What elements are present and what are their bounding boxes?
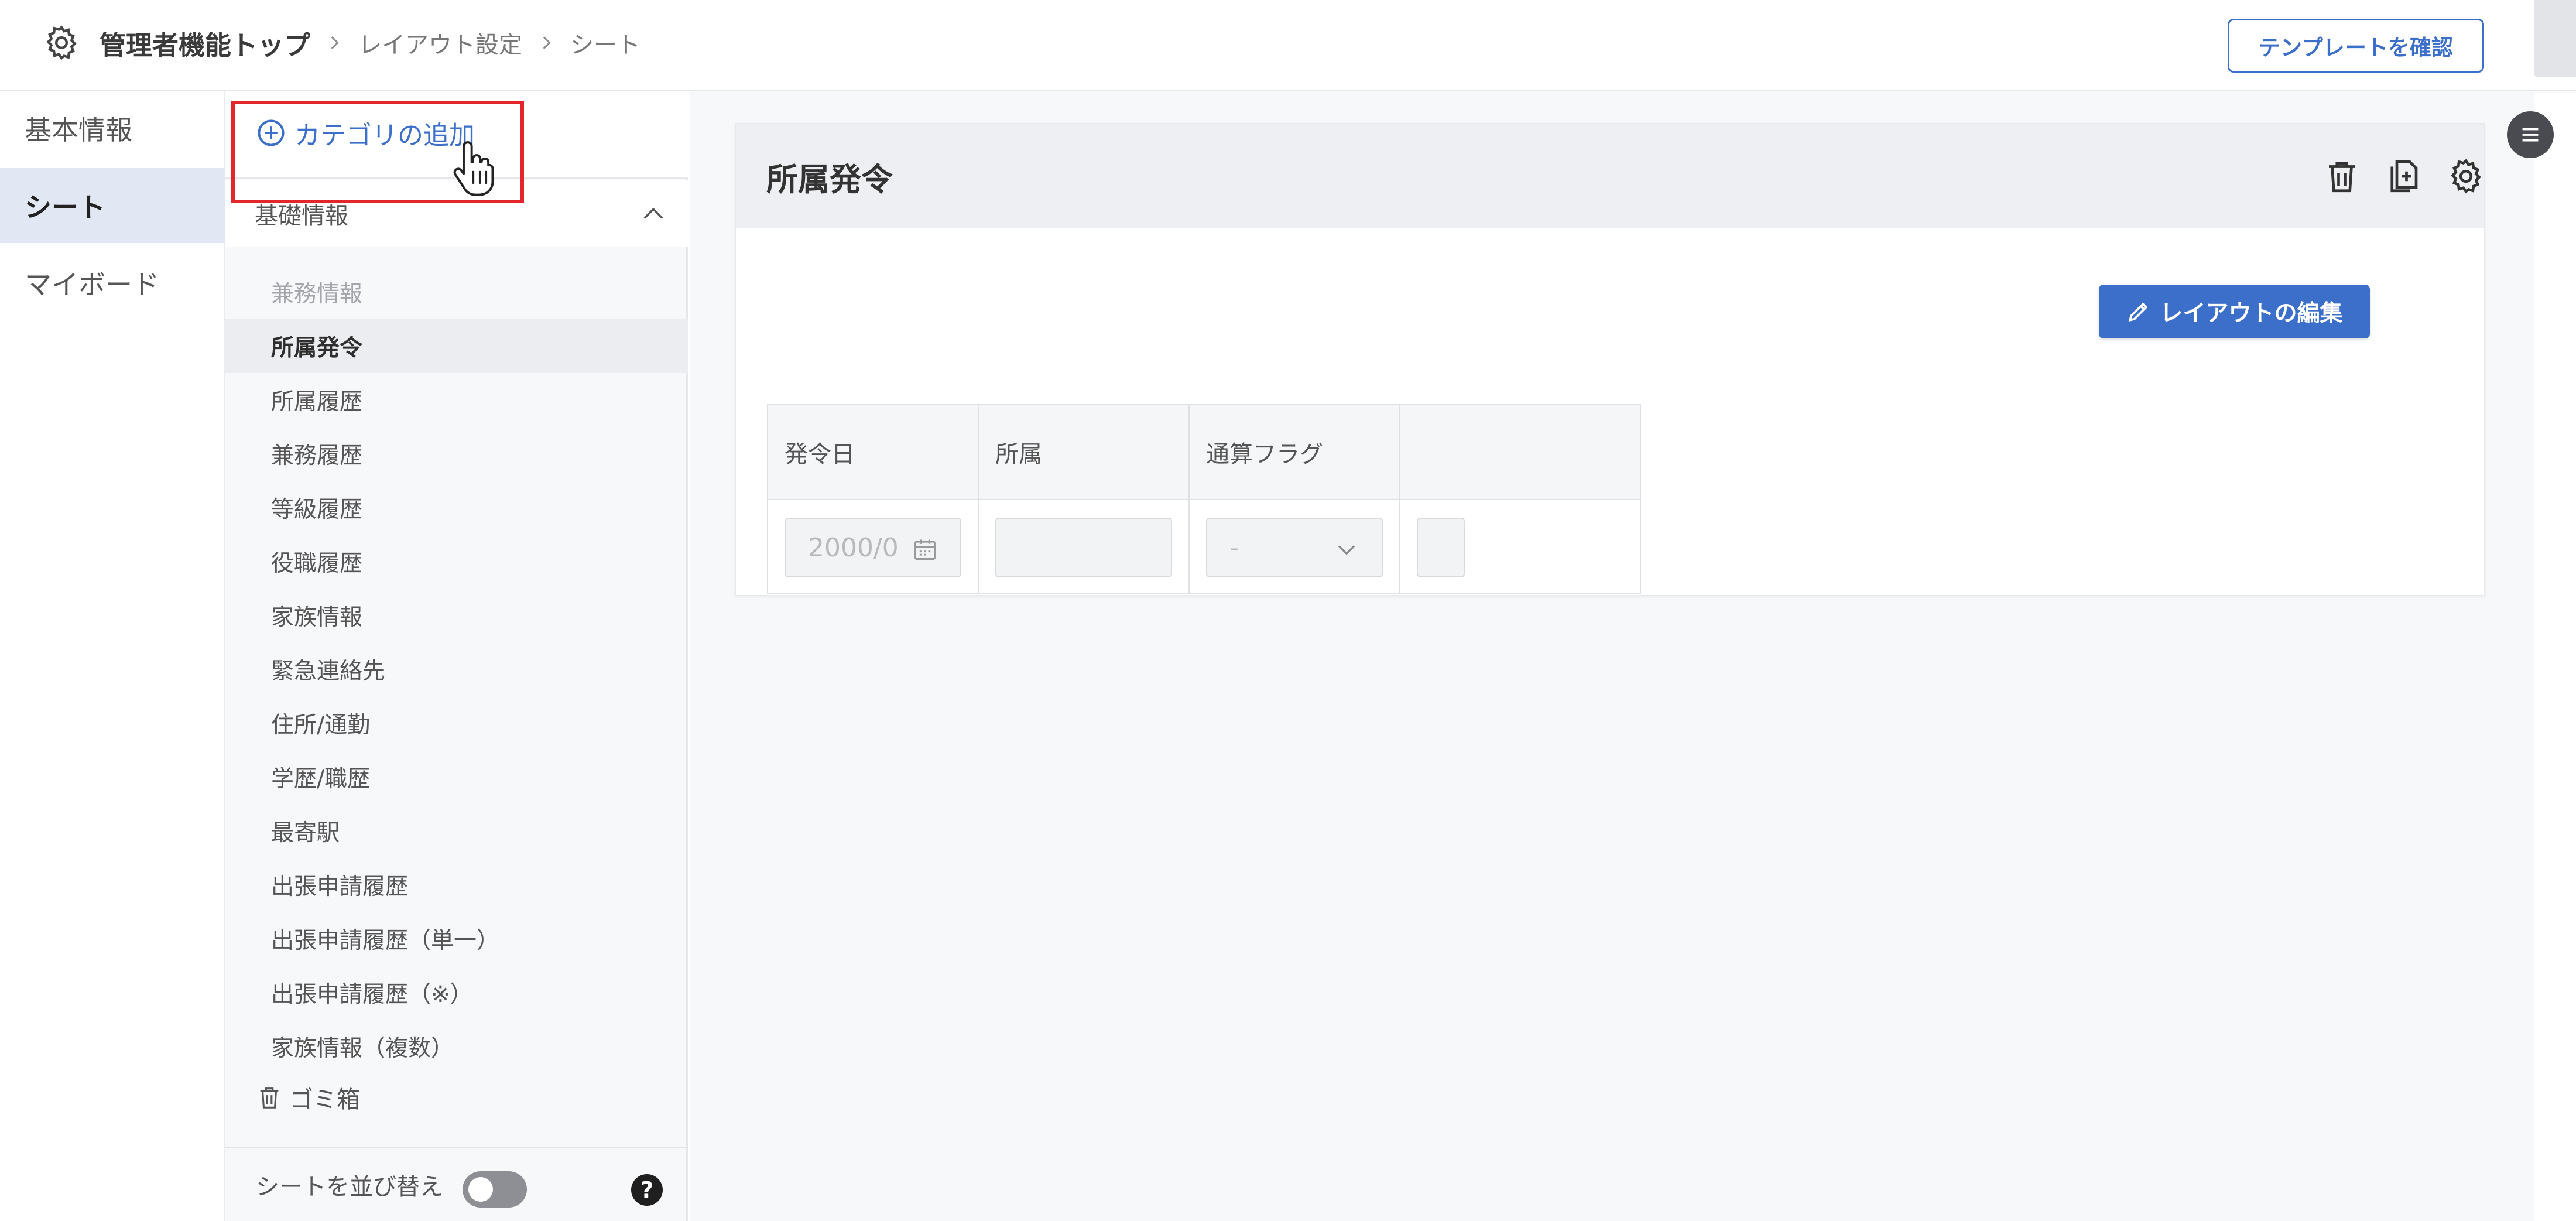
menu-button[interactable]	[2507, 111, 2554, 158]
category-item[interactable]: 緊急連絡先	[225, 642, 688, 696]
category-item[interactable]: 出張申請履歴（※）	[225, 966, 688, 1020]
sort-sheets-label: シートを並び替え	[256, 1173, 443, 1201]
hamburger-icon	[2522, 128, 2539, 142]
column-header: 通算フラグ	[1190, 405, 1400, 500]
breadcrumb-root[interactable]: 管理者機能トップ	[100, 24, 310, 62]
gear-icon[interactable]	[2447, 157, 2485, 196]
sheet-card-header: 所属発令	[736, 124, 2484, 228]
column-header: 所属	[979, 405, 1190, 500]
trash-label: ゴミ箱	[290, 1086, 360, 1113]
copy-sheet-icon[interactable]	[2384, 157, 2423, 196]
table-cell	[979, 500, 1190, 594]
table-cell	[1400, 500, 1640, 594]
calendar-icon	[914, 539, 936, 560]
chevron-right-icon	[543, 36, 551, 49]
category-item[interactable]: 所属履歴	[225, 373, 688, 427]
cumulative-flag-select[interactable]: -	[1206, 518, 1383, 577]
sheet-table: 発令日 所属 通算フラグ 2000/0 -	[767, 404, 1641, 594]
category-panel: カテゴリの追加 基礎情報 兼務情報 所属発令 所属履歴 兼務履歴 等級履歴 役職…	[225, 91, 688, 1221]
date-input[interactable]: 2000/0	[785, 518, 961, 577]
category-item[interactable]: 役職履歴	[225, 535, 688, 589]
check-template-button[interactable]: テンプレートを確認	[2228, 19, 2484, 73]
category-item[interactable]: 出張申請履歴（単一）	[225, 912, 688, 966]
nav-item-sheet[interactable]: シート	[0, 168, 225, 243]
nav-item-myboard[interactable]: マイボード	[0, 245, 225, 320]
date-placeholder: 2000/0	[808, 532, 899, 563]
pencil-icon	[2129, 302, 2148, 322]
column-header	[1400, 405, 1640, 500]
sheet-title: 所属発令	[766, 161, 893, 198]
chevron-right-icon	[331, 36, 339, 49]
top-bar: 管理者機能トップ レイアウト設定 シート テンプレートを確認	[0, 0, 2576, 91]
sort-sheets-row: シートを並び替え ?	[225, 1147, 688, 1221]
category-item[interactable]: 兼務履歴	[225, 427, 688, 481]
trash-icon	[260, 1087, 279, 1109]
left-nav: 基本情報 シート マイボード	[0, 91, 225, 1221]
category-item-selected[interactable]: 所属発令	[225, 319, 688, 373]
category-item[interactable]: 等級履歴	[225, 481, 688, 535]
category-item[interactable]: 家族情報（複数）	[225, 1020, 688, 1073]
category-item[interactable]: 最寄駅	[225, 804, 688, 858]
sort-sheets-toggle[interactable]	[463, 1171, 527, 1208]
hand-pointer-icon	[453, 141, 494, 196]
help-icon[interactable]: ?	[631, 1174, 663, 1206]
nav-item-basic-info[interactable]: 基本情報	[0, 91, 225, 166]
affiliation-input[interactable]	[995, 518, 1172, 577]
edit-layout-label: レイアウトの編集	[2160, 300, 2343, 327]
breadcrumb-layout[interactable]: レイアウト設定	[358, 26, 522, 60]
delete-sheet-icon[interactable]	[2322, 157, 2361, 196]
sheet-card: 所属発令 レイアウトの編集 発令日 所属 通算フラグ 2000/0 -	[735, 123, 2485, 596]
trash-link[interactable]: ゴミ箱	[256, 1080, 360, 1114]
category-item[interactable]: 学歴/職歴	[225, 750, 688, 804]
category-item[interactable]: 住所/通勤	[225, 696, 688, 750]
main-content: 所属発令 レイアウトの編集 発令日 所属 通算フラグ 2000/0 -	[690, 91, 2534, 1221]
checkbox-input[interactable]	[1417, 518, 1465, 577]
category-item[interactable]: 出張申請履歴	[225, 858, 688, 912]
chevron-down-icon	[1338, 545, 1355, 555]
category-item[interactable]: 兼務情報	[225, 265, 688, 319]
scroll-grip[interactable]	[2534, 0, 2576, 77]
breadcrumb: 管理者機能トップ レイアウト設定 シート	[42, 22, 640, 63]
table-cell: -	[1190, 500, 1400, 594]
gear-icon[interactable]	[42, 23, 81, 62]
chevron-up-icon	[643, 207, 663, 219]
category-item[interactable]: 家族情報	[225, 589, 688, 642]
breadcrumb-sheet: シート	[570, 32, 641, 59]
column-header: 発令日	[768, 405, 979, 500]
table-cell: 2000/0	[768, 500, 979, 594]
edit-layout-button[interactable]: レイアウトの編集	[2099, 285, 2370, 338]
select-value: -	[1229, 532, 1239, 563]
